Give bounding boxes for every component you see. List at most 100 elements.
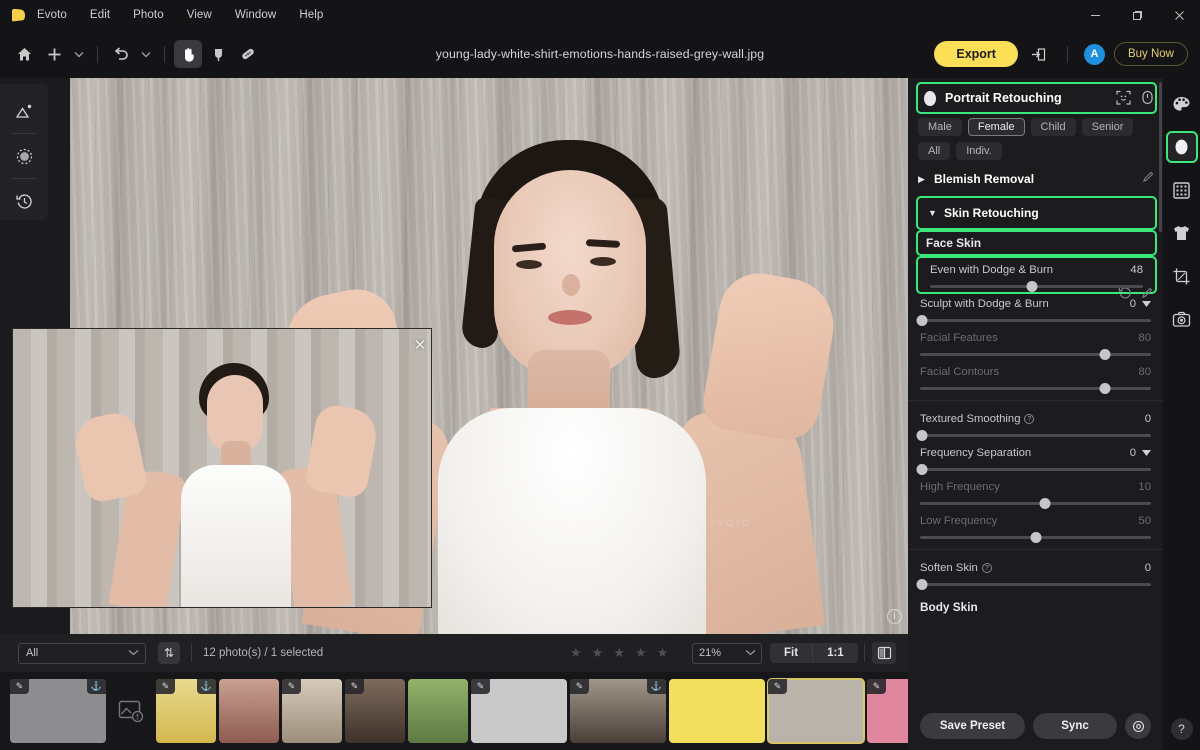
star-4[interactable]: ★ — [635, 645, 647, 661]
edit-mask-icon[interactable] — [1141, 286, 1154, 305]
hand-tool-icon[interactable] — [174, 40, 202, 68]
home-icon[interactable] — [10, 40, 38, 68]
slider-knob[interactable] — [916, 430, 928, 441]
history-icon[interactable] — [7, 183, 41, 219]
slider-facial-features[interactable]: Facial Features 80 — [908, 326, 1163, 360]
filter-select[interactable]: All — [18, 642, 146, 664]
slider-track[interactable] — [920, 383, 1151, 394]
compare-split-icon[interactable] — [872, 642, 896, 664]
slider-facial-contours[interactable]: Facial Contours 80 — [908, 360, 1163, 394]
list-item-selected[interactable]: ✎ — [767, 678, 865, 744]
slider-knob[interactable] — [916, 464, 928, 475]
minimize-icon[interactable] — [1074, 0, 1116, 30]
star-2[interactable]: ★ — [592, 645, 604, 661]
slider-track[interactable] — [916, 579, 1151, 590]
share-export-icon[interactable] — [1027, 43, 1051, 65]
portrait-face-icon[interactable] — [1165, 131, 1198, 163]
menu-item-window[interactable]: Window — [233, 6, 279, 24]
star-rating[interactable]: ★ ★ ★ ★ ★ — [570, 645, 668, 661]
list-item[interactable]: ✎ ⚓ — [570, 679, 666, 743]
maximize-icon[interactable] — [1116, 0, 1158, 30]
sort-order-button[interactable]: ⇅ — [158, 642, 180, 664]
help-button[interactable]: ? — [1170, 718, 1193, 740]
slider-textured-smoothing[interactable]: Textured Smoothing ? 0 — [908, 407, 1163, 441]
section-skin-retouching[interactable]: ▼ Skin Retouching — [916, 196, 1157, 230]
chip-indiv[interactable]: Indiv. — [956, 142, 1002, 160]
avatar[interactable]: A — [1083, 43, 1105, 65]
star-5[interactable]: ★ — [657, 645, 669, 661]
save-preset-button[interactable]: Save Preset — [920, 713, 1025, 739]
photo-canvas[interactable]: EVOTO EVOTO ✕ i — [0, 78, 908, 634]
slider-track[interactable] — [916, 430, 1151, 441]
close-icon[interactable] — [1158, 0, 1200, 30]
list-item[interactable]: ✎ — [345, 679, 405, 743]
crop-icon[interactable] — [1168, 262, 1196, 290]
chip-all[interactable]: All — [918, 142, 951, 160]
star-3[interactable]: ★ — [613, 645, 625, 661]
menu-item-evoto[interactable]: Evoto — [35, 6, 69, 24]
buy-now-button[interactable]: Buy Now — [1113, 42, 1188, 66]
export-button[interactable]: Export — [934, 41, 1018, 67]
clothing-icon[interactable] — [1168, 219, 1196, 247]
slider-track[interactable] — [930, 281, 1143, 292]
fit-button[interactable]: Fit — [770, 643, 812, 663]
list-item[interactable]: ✎ — [867, 679, 908, 743]
slider-knob[interactable] — [916, 579, 928, 590]
mask-brush-icon[interactable] — [7, 138, 41, 174]
one-to-one-button[interactable]: 1:1 — [812, 643, 858, 663]
add-photos-icon[interactable] — [40, 40, 68, 68]
list-item[interactable] — [408, 679, 468, 743]
healing-patch-tool-icon[interactable] — [234, 40, 262, 68]
menu-item-photo[interactable]: Photo — [131, 6, 166, 24]
background-grid-icon[interactable] — [1168, 176, 1196, 204]
star-1[interactable]: ★ — [570, 645, 582, 661]
slider-track[interactable] — [920, 498, 1151, 509]
slider-knob[interactable] — [1026, 281, 1038, 292]
slider-low-frequency[interactable]: Low Frequency 50 — [908, 509, 1163, 543]
zoom-level-select[interactable]: 21% — [692, 642, 762, 664]
slider-track[interactable] — [916, 315, 1151, 326]
info-icon[interactable]: ? — [1024, 414, 1035, 424]
slider-high-frequency[interactable]: High Frequency 10 — [908, 475, 1163, 509]
gear-icon[interactable] — [1125, 713, 1151, 739]
undo-icon[interactable] — [107, 40, 135, 68]
slider-track[interactable] — [920, 532, 1151, 543]
section-blemish-removal[interactable]: ▶ Blemish Removal — [908, 162, 1163, 196]
list-item[interactable]: ✎ ⚓ — [10, 679, 106, 743]
slider-even-with-dodge-and-burn[interactable]: Even with Dodge & Burn 48 — [916, 256, 1157, 294]
chip-female[interactable]: Female — [967, 118, 1025, 136]
undo-chevron-down-icon[interactable] — [137, 41, 155, 67]
menu-item-help[interactable]: Help — [297, 6, 325, 24]
chip-senior[interactable]: Senior — [1081, 118, 1134, 136]
reset-icon[interactable] — [1118, 286, 1132, 305]
edit-mask-icon[interactable] — [1142, 170, 1155, 188]
slider-track[interactable] — [916, 464, 1151, 475]
filmstrip[interactable]: ✎ ⚓ ✎ ⚓ ✎ ✎ ✎ ✎ ⚓ ✎ ✎ — [0, 672, 908, 750]
list-item[interactable]: ✎ — [282, 679, 342, 743]
color-palette-icon[interactable] — [1168, 90, 1196, 118]
list-item[interactable] — [669, 679, 765, 743]
slider-knob[interactable] — [1099, 349, 1111, 360]
preview-close-icon[interactable]: ✕ — [411, 336, 429, 354]
before-preview-overlay[interactable] — [12, 328, 432, 608]
info-icon[interactable]: ? — [981, 563, 992, 573]
slider-knob[interactable] — [1039, 498, 1051, 509]
image-adjust-icon[interactable] — [7, 93, 41, 129]
menu-item-edit[interactable]: Edit — [88, 6, 112, 24]
canvas-info-icon[interactable]: i — [887, 609, 902, 624]
chip-male[interactable]: Male — [918, 118, 962, 136]
slider-frequency-separation[interactable]: Frequency Separation 0 — [908, 441, 1163, 475]
slider-soften-skin[interactable]: Soften Skin ? 0 — [908, 556, 1163, 590]
camera-effects-icon[interactable] — [1168, 305, 1196, 333]
slider-knob[interactable] — [916, 315, 928, 326]
chip-child[interactable]: Child — [1030, 118, 1076, 136]
slider-track[interactable] — [920, 349, 1151, 360]
caret-down-icon[interactable] — [1142, 449, 1151, 458]
toggle-effect-icon[interactable] — [1141, 90, 1154, 110]
sync-button[interactable]: Sync — [1033, 713, 1117, 739]
menu-item-view[interactable]: View — [185, 6, 214, 24]
list-item[interactable]: ✎ ⚓ — [156, 679, 216, 743]
slider-knob[interactable] — [1030, 532, 1041, 543]
face-detect-icon[interactable] — [1116, 90, 1131, 110]
list-item[interactable]: ✎ — [471, 679, 567, 743]
